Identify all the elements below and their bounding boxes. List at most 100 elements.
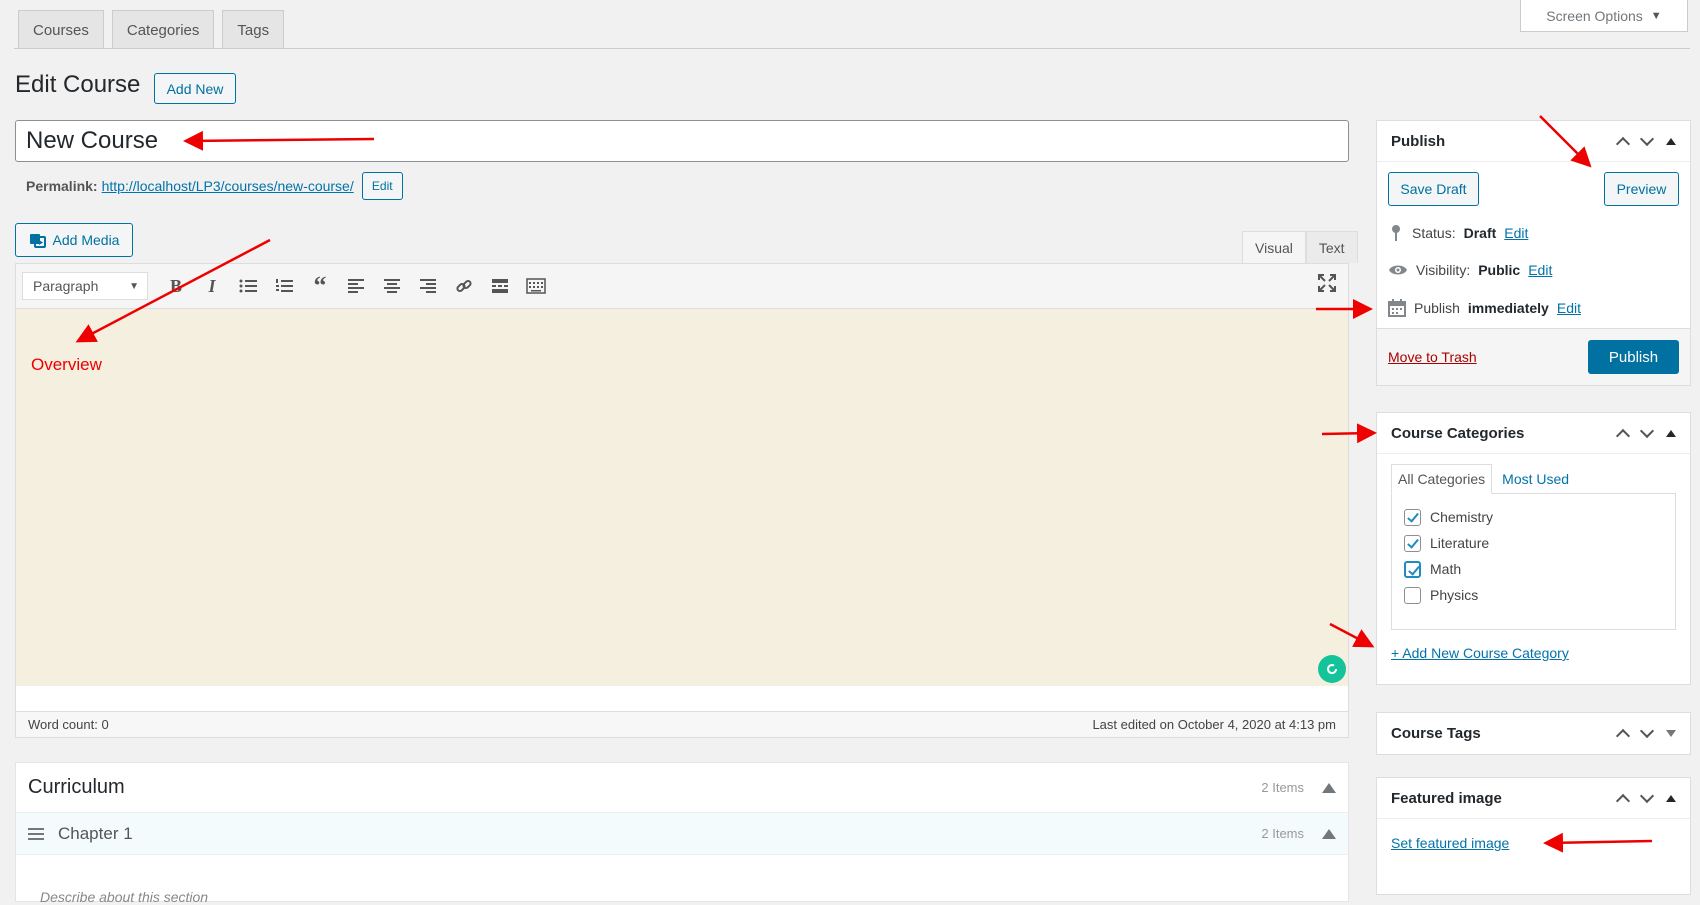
- screen-options-button[interactable]: Screen Options ▼: [1520, 0, 1688, 32]
- align-right-icon[interactable]: [410, 271, 446, 301]
- chapter-left: Chapter 1: [28, 824, 133, 844]
- tab-courses[interactable]: Courses: [18, 10, 104, 49]
- read-more-icon[interactable]: [482, 271, 518, 301]
- grammarly-icon[interactable]: [1318, 655, 1346, 683]
- featured-title: Featured image: [1391, 789, 1502, 807]
- visibility-value: Public: [1478, 262, 1521, 278]
- fullscreen-icon[interactable]: [1316, 272, 1338, 297]
- chapter-row[interactable]: Chapter 1 2 Items: [16, 813, 1348, 855]
- move-up-icon[interactable]: [1615, 728, 1631, 744]
- permalink-label: Permalink:: [26, 178, 98, 194]
- toggle-icon[interactable]: [1666, 794, 1676, 802]
- editor-toolbar: Paragraph ▼ B I “: [15, 263, 1349, 309]
- toggle-icon[interactable]: [1666, 730, 1676, 737]
- chapter-count: 2 Items: [1261, 826, 1304, 841]
- categories-header: Course Categories: [1377, 413, 1690, 454]
- add-new-category-link[interactable]: + Add New Course Category: [1391, 645, 1569, 661]
- category-item-physics[interactable]: Physics: [1404, 582, 1663, 608]
- collapse-icon[interactable]: [1322, 782, 1336, 793]
- numbered-list-icon[interactable]: [266, 271, 302, 301]
- category-checkbox[interactable]: [1404, 534, 1421, 552]
- box-controls: [1615, 423, 1676, 443]
- featured-image-box: Featured image Set featured image: [1376, 777, 1691, 895]
- toolbar-toggle-icon[interactable]: [518, 271, 554, 301]
- publish-button[interactable]: Publish: [1588, 340, 1679, 374]
- editor-status-bar: Word count: 0 Last edited on October 4, …: [15, 711, 1349, 738]
- move-down-icon[interactable]: [1639, 788, 1655, 803]
- publish-box: Publish Save Draft Preview Status: Draft…: [1376, 120, 1691, 386]
- course-categories-box: Course Categories All Categories Most Us…: [1376, 412, 1691, 685]
- category-checkbox[interactable]: [1404, 560, 1421, 578]
- title-input[interactable]: New Course: [15, 120, 1349, 162]
- format-select-value: Paragraph: [33, 278, 99, 294]
- chapter-title[interactable]: Chapter 1: [58, 824, 133, 844]
- schedule-row: Publish immediately Edit: [1388, 299, 1581, 317]
- tab-all-categories[interactable]: All Categories: [1391, 464, 1493, 494]
- align-left-icon[interactable]: [338, 271, 374, 301]
- permalink-url[interactable]: http://localhost/LP3/courses/new-course/: [102, 178, 354, 194]
- category-item-math[interactable]: Math: [1404, 556, 1663, 582]
- blockquote-icon[interactable]: “: [302, 271, 338, 301]
- category-item-literature[interactable]: Literature: [1404, 530, 1663, 556]
- box-controls: [1615, 723, 1676, 744]
- move-to-trash-link[interactable]: Move to Trash: [1388, 349, 1477, 365]
- visibility-label: Visibility:: [1416, 262, 1471, 278]
- calendar-icon: [1388, 299, 1406, 317]
- permalink-edit-button[interactable]: Edit: [361, 172, 403, 200]
- italic-icon[interactable]: I: [194, 271, 230, 301]
- caret-down-icon: ▼: [129, 280, 139, 292]
- pin-icon: [1392, 225, 1400, 241]
- preview-button[interactable]: Preview: [1604, 172, 1679, 206]
- annotation-overview: Overview: [31, 355, 102, 374]
- schedule-edit-link[interactable]: Edit: [1557, 300, 1581, 316]
- category-label: Chemistry: [1430, 509, 1494, 525]
- category-checkbox[interactable]: [1404, 508, 1421, 526]
- bold-icon[interactable]: B: [158, 271, 194, 301]
- categories-tabs: All Categories Most Used: [1391, 464, 1676, 494]
- section-description-input[interactable]: Describe about this section: [16, 855, 1348, 905]
- tab-tags[interactable]: Tags: [222, 10, 285, 49]
- format-select[interactable]: Paragraph ▼: [22, 272, 148, 300]
- move-down-icon[interactable]: [1639, 723, 1655, 739]
- caret-down-icon: ▼: [1650, 9, 1662, 22]
- move-up-icon[interactable]: [1615, 793, 1631, 808]
- align-center-icon[interactable]: [374, 271, 410, 301]
- box-controls: [1615, 131, 1676, 151]
- add-new-button[interactable]: Add New: [154, 73, 236, 104]
- set-featured-image-link[interactable]: Set featured image: [1391, 835, 1509, 851]
- box-controls: [1615, 788, 1676, 808]
- visibility-edit-link[interactable]: Edit: [1528, 262, 1552, 278]
- save-draft-button[interactable]: Save Draft: [1388, 172, 1479, 206]
- category-item-chemistry[interactable]: Chemistry: [1404, 504, 1663, 530]
- chapter-controls: 2 Items: [1261, 826, 1336, 841]
- permalink: Permalink: http://localhost/LP3/courses/…: [26, 172, 403, 200]
- move-down-icon[interactable]: [1639, 131, 1655, 146]
- move-down-icon[interactable]: [1639, 423, 1655, 438]
- tabs-divider: [14, 48, 1690, 49]
- link-icon[interactable]: [446, 271, 482, 301]
- tab-visual[interactable]: Visual: [1242, 231, 1306, 263]
- status-edit-link[interactable]: Edit: [1504, 225, 1528, 241]
- collapse-icon[interactable]: [1322, 828, 1336, 839]
- bullet-list-icon[interactable]: [230, 271, 266, 301]
- move-up-icon[interactable]: [1615, 136, 1631, 151]
- screen-options-label: Screen Options: [1546, 7, 1643, 24]
- category-checkbox[interactable]: [1404, 586, 1421, 604]
- drag-handle-icon[interactable]: [28, 825, 44, 843]
- top-tabs: Courses Categories Tags: [18, 10, 285, 49]
- editor-footer-space: [15, 686, 1349, 711]
- move-up-icon[interactable]: [1615, 428, 1631, 443]
- tab-most-used[interactable]: Most Used: [1492, 464, 1575, 494]
- toggle-icon[interactable]: [1666, 429, 1676, 437]
- media-icon: [29, 234, 46, 248]
- schedule-label: Publish: [1414, 300, 1460, 316]
- curriculum-controls: 2 Items: [1261, 780, 1336, 795]
- tab-categories[interactable]: Categories: [111, 10, 215, 49]
- course-tags-box: Course Tags: [1376, 712, 1691, 755]
- category-label: Physics: [1430, 587, 1479, 603]
- publish-header: Publish: [1377, 121, 1690, 162]
- toggle-icon[interactable]: [1666, 137, 1676, 145]
- tab-text[interactable]: Text: [1305, 231, 1358, 263]
- editor-content[interactable]: [15, 309, 1349, 686]
- add-media-button[interactable]: Add Media: [15, 223, 133, 257]
